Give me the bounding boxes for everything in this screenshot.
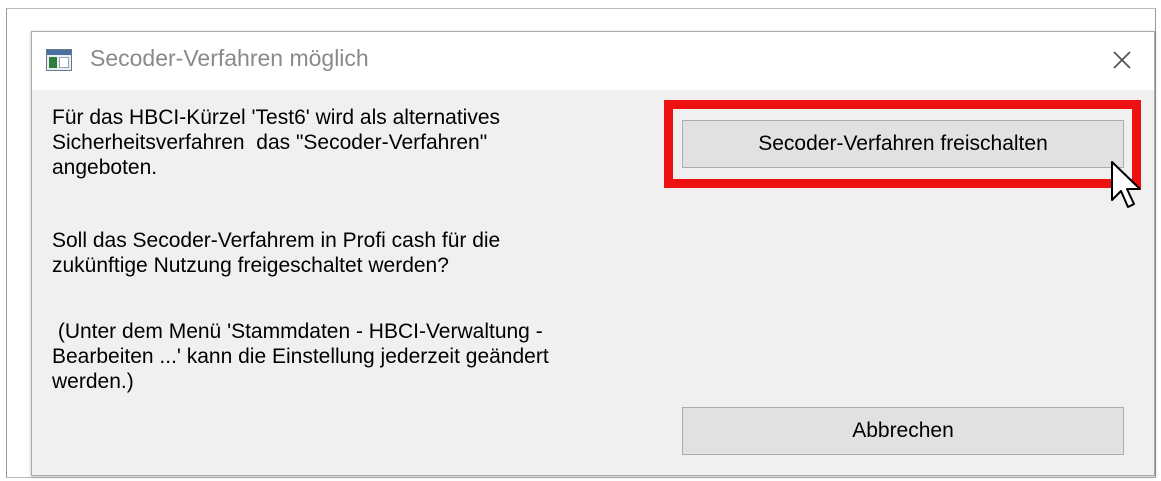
window-app-icon (46, 49, 72, 71)
title-bar: Secoder-Verfahren möglich (32, 32, 1154, 90)
message-paragraph-1: Für das HBCI-Kürzel 'Test6' wird als alt… (52, 106, 501, 179)
close-icon[interactable] (1106, 44, 1138, 76)
screenshot-frame: Secoder-Verfahren möglich Für das HBCI-K… (6, 8, 1156, 478)
window-title: Secoder-Verfahren möglich (90, 45, 369, 71)
cancel-button[interactable]: Abbrechen (682, 407, 1124, 455)
mouse-cursor-icon (1111, 161, 1141, 208)
unlock-secoder-button[interactable]: Secoder-Verfahren freischalten (682, 120, 1124, 168)
message-paragraph-3: (Unter dem Menü 'Stammdaten - HBCI-Verwa… (52, 320, 549, 393)
dialog-window: Secoder-Verfahren möglich Für das HBCI-K… (31, 31, 1155, 476)
message-paragraph-2: Soll das Secoder-Verfahrem in Profi cash… (52, 229, 501, 277)
